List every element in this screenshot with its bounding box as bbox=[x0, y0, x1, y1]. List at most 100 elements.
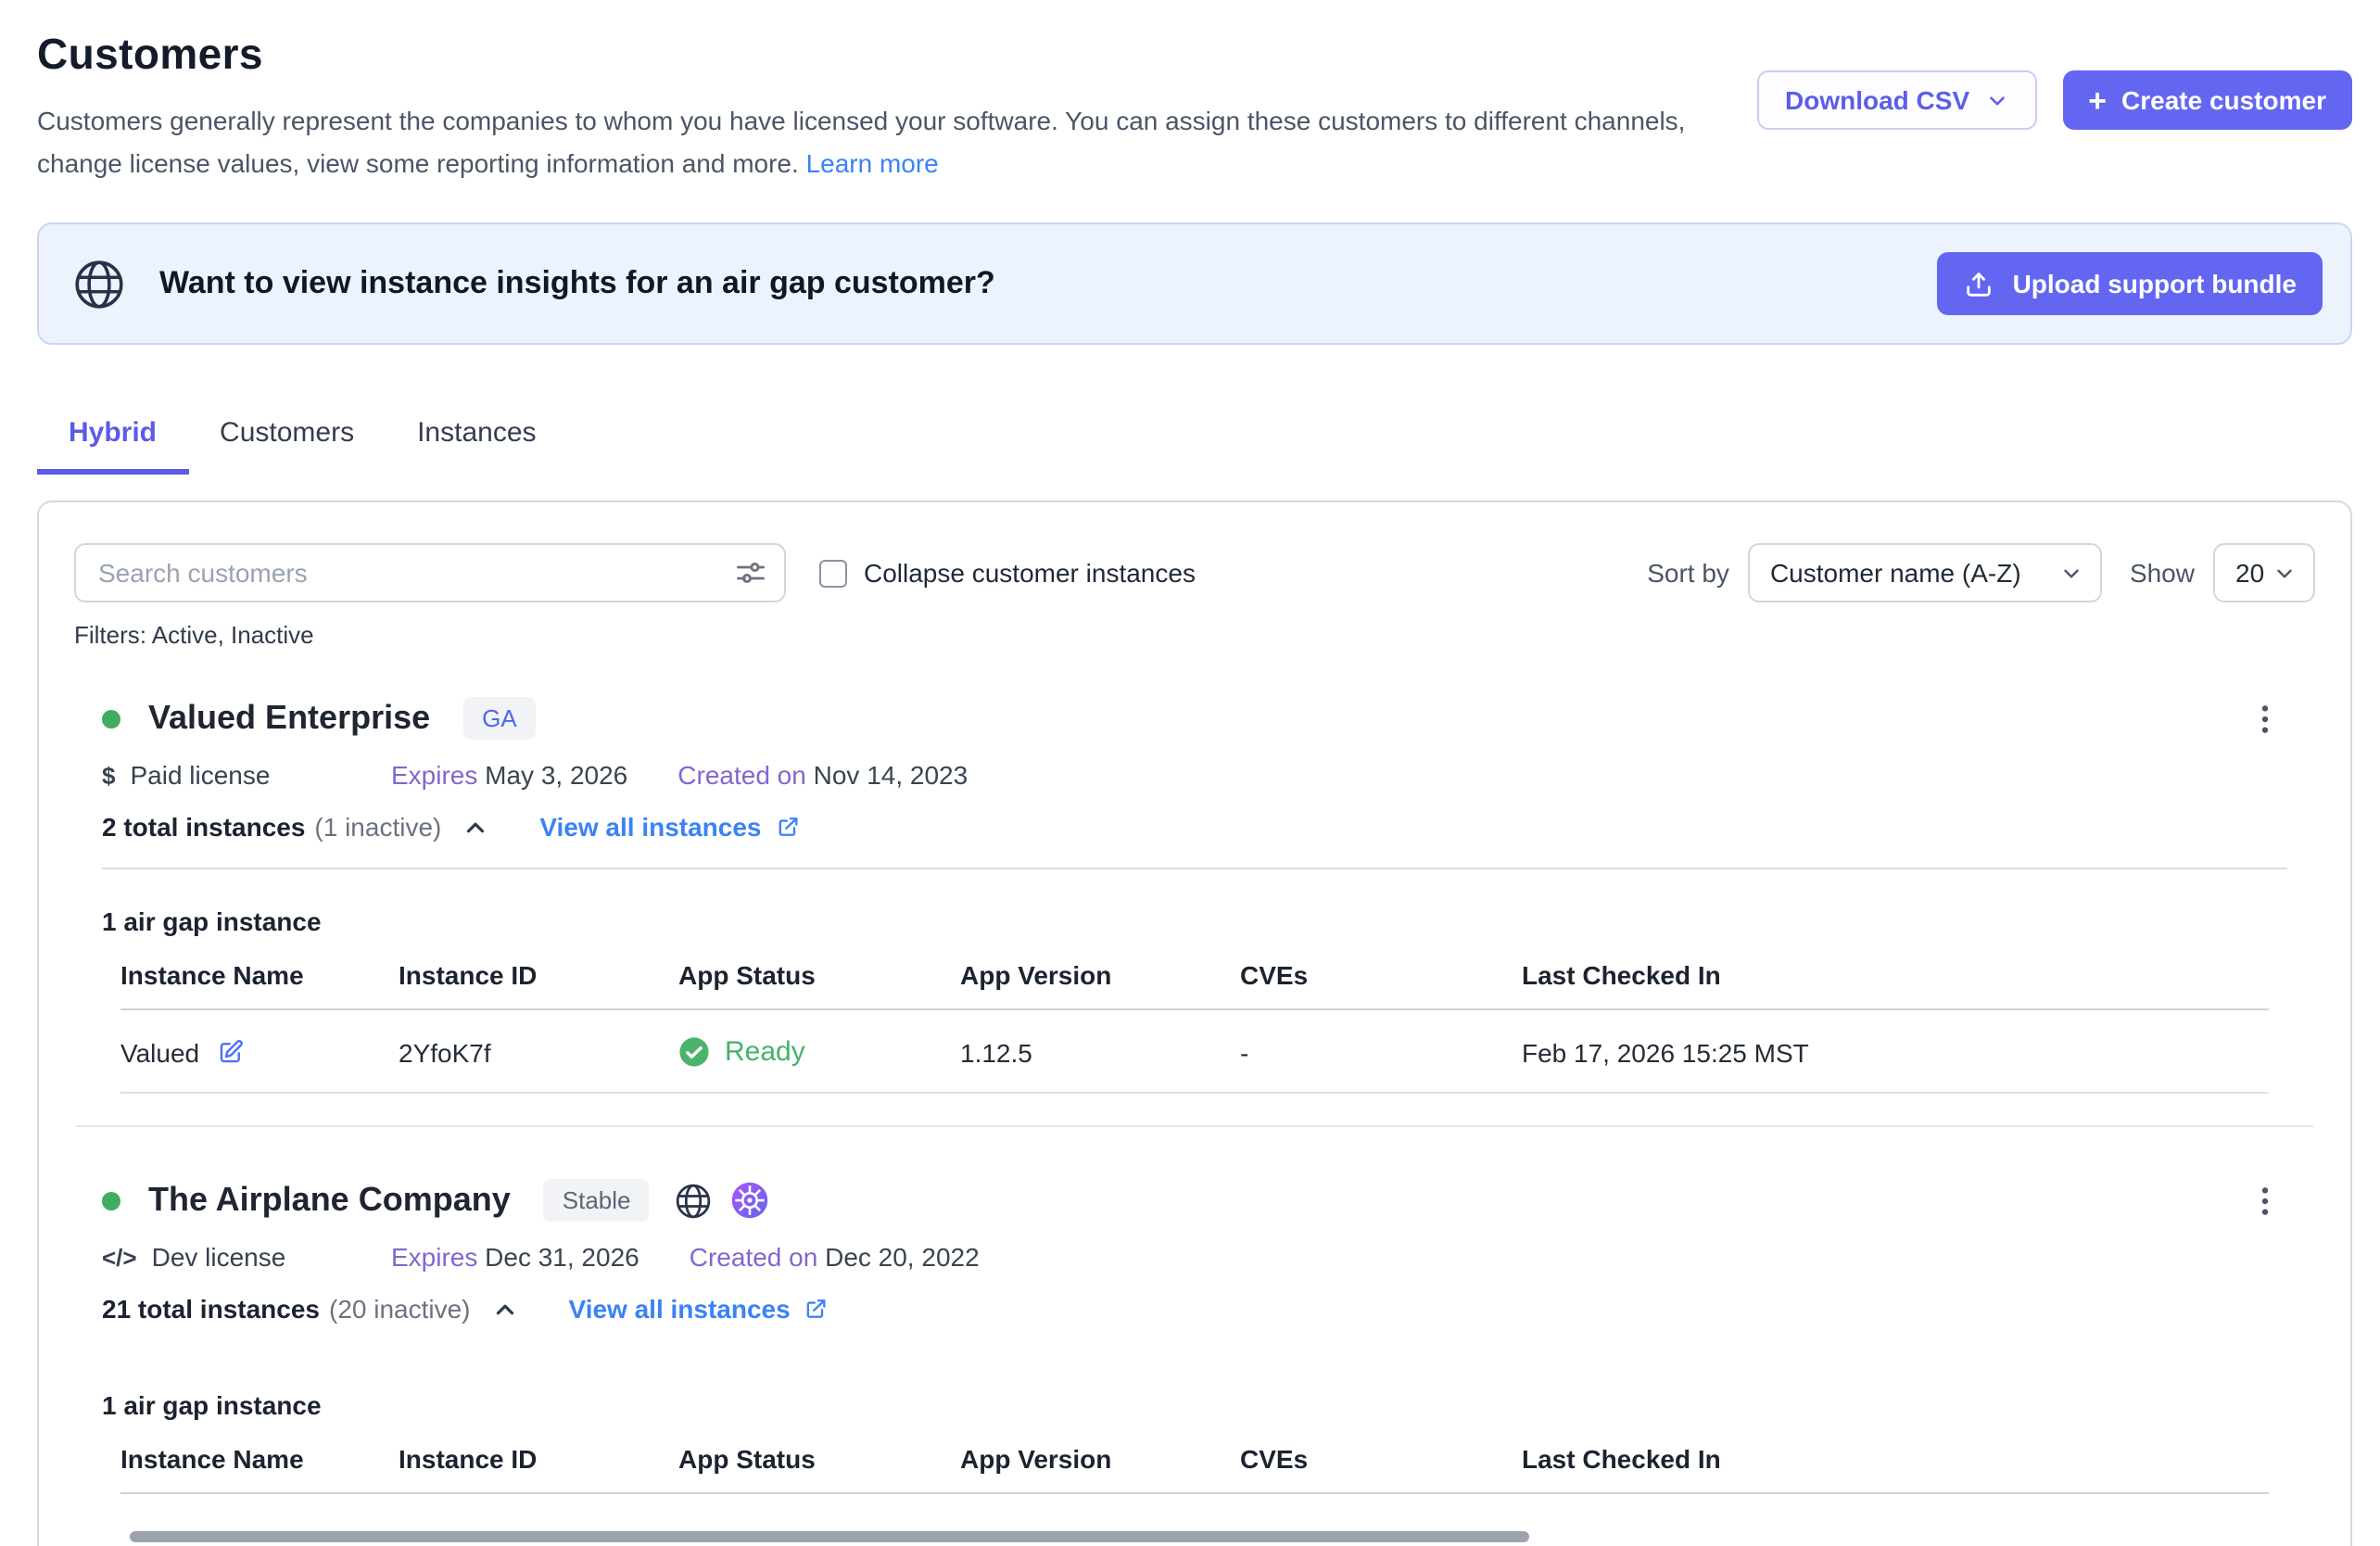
chevron-down-icon bbox=[2059, 561, 2083, 585]
page-header: Customers Customers generally represent … bbox=[0, 0, 2380, 185]
tab-hybrid[interactable]: Hybrid bbox=[37, 400, 188, 475]
airgap-heading: 1 air gap instance bbox=[102, 906, 2350, 936]
tab-customers[interactable]: Customers bbox=[188, 400, 386, 475]
tab-bar: Hybrid Customers Instances bbox=[37, 400, 2380, 475]
filter-sliders-icon[interactable] bbox=[734, 556, 767, 589]
chevron-up-icon[interactable] bbox=[462, 813, 489, 841]
license-type-label: Dev license bbox=[152, 1242, 286, 1272]
status-dot bbox=[102, 709, 120, 728]
col-instance-name: Instance Name bbox=[120, 960, 399, 1009]
last-checked-in-cell: Feb 17, 2026 15:25 MST bbox=[1522, 1009, 2269, 1093]
total-instances: 2 total instances bbox=[102, 812, 305, 842]
created-label: Created on bbox=[690, 1242, 818, 1272]
active-filters-text: Filters: Active, Inactive bbox=[74, 621, 2350, 649]
view-all-instances-link[interactable]: View all instances bbox=[539, 812, 800, 842]
channel-badge: Stable bbox=[544, 1179, 650, 1222]
created-item: Created on Nov 14, 2023 bbox=[677, 760, 968, 790]
view-all-instances-label: View all instances bbox=[539, 812, 761, 842]
airgap-insights-banner: Want to view instance insights for an ai… bbox=[37, 222, 2352, 345]
expires-label: Expires bbox=[391, 760, 477, 790]
customers-page: Customers Customers generally represent … bbox=[0, 0, 2380, 1546]
create-customer-label: Create customer bbox=[2121, 85, 2326, 115]
kebab-menu-button[interactable] bbox=[2247, 1182, 2284, 1219]
channel-badge: GA bbox=[463, 697, 536, 740]
instance-id-cell: 2YfoK7f bbox=[399, 1009, 678, 1093]
plus-icon: + bbox=[2088, 84, 2107, 116]
cves-cell: - bbox=[1240, 1009, 1522, 1093]
col-cves: CVEs bbox=[1240, 960, 1522, 1009]
customers-card: Collapse customer instances Sort by Cust… bbox=[37, 501, 2352, 1546]
divider bbox=[102, 868, 2287, 869]
upload-support-bundle-label: Upload support bundle bbox=[2013, 269, 2297, 298]
toolbar: Collapse customer instances Sort by Cust… bbox=[74, 543, 2315, 602]
dollar-icon: $ bbox=[102, 761, 115, 789]
view-all-instances-label: View all instances bbox=[569, 1294, 791, 1324]
created-label: Created on bbox=[677, 760, 806, 790]
page-description: Customers generally represent the compan… bbox=[37, 100, 1715, 185]
col-last-checked-in: Last Checked In bbox=[1522, 960, 2269, 1009]
created-value: Nov 14, 2023 bbox=[814, 760, 968, 790]
collapse-instances-group: Collapse customer instances bbox=[819, 558, 1196, 588]
license-type: $ Paid license bbox=[102, 760, 391, 790]
chevron-down-icon bbox=[2272, 561, 2297, 585]
show-count-select[interactable]: 20 bbox=[2213, 543, 2315, 602]
kebab-menu-button[interactable] bbox=[2247, 700, 2284, 737]
expires-item: Expires Dec 31, 2026 bbox=[391, 1242, 639, 1272]
upload-icon bbox=[1963, 268, 1994, 299]
edit-icon[interactable] bbox=[216, 1038, 244, 1066]
col-app-version: App Version bbox=[960, 1444, 1240, 1493]
customer-divider bbox=[76, 1125, 2313, 1127]
instance-name: Valued bbox=[120, 1037, 199, 1067]
horizontal-scrollbar-thumb[interactable] bbox=[130, 1531, 1529, 1542]
sort-select[interactable]: Customer name (A-Z) bbox=[1748, 543, 2102, 602]
page-title: Customers bbox=[37, 30, 1715, 80]
globe-icon bbox=[70, 255, 128, 312]
instances-table: Instance Name Instance ID App Status App… bbox=[120, 960, 2269, 1094]
search-box bbox=[74, 543, 786, 602]
inactive-count: (1 inactive) bbox=[314, 812, 441, 842]
expires-value: May 3, 2026 bbox=[485, 760, 627, 790]
collapse-instances-checkbox[interactable] bbox=[819, 559, 847, 587]
external-link-icon bbox=[775, 814, 801, 840]
chevron-down-icon bbox=[1984, 88, 2008, 112]
col-app-status: App Status bbox=[678, 1444, 960, 1493]
download-csv-label: Download CSV bbox=[1785, 85, 1969, 115]
app-status-label: Ready bbox=[725, 1036, 805, 1068]
instances-table: Instance Name Instance ID App Status App… bbox=[120, 1444, 2269, 1494]
airgap-heading: 1 air gap instance bbox=[102, 1390, 2350, 1420]
chevron-up-icon[interactable] bbox=[491, 1295, 519, 1323]
upload-support-bundle-button[interactable]: Upload support bundle bbox=[1937, 252, 2323, 315]
customer-section: Valued Enterprise GA $ Paid license Expi… bbox=[39, 697, 2350, 1094]
customer-name: The Airplane Company bbox=[148, 1181, 511, 1220]
col-cves: CVEs bbox=[1240, 1444, 1522, 1493]
install-type-icons bbox=[674, 1180, 770, 1221]
external-link-icon bbox=[804, 1296, 829, 1322]
tab-instances[interactable]: Instances bbox=[386, 400, 567, 475]
search-input[interactable] bbox=[74, 543, 786, 602]
col-app-status: App Status bbox=[678, 960, 960, 1009]
create-customer-button[interactable]: + Create customer bbox=[2062, 70, 2352, 130]
banner-title: Want to view instance insights for an ai… bbox=[159, 265, 1937, 302]
created-value: Dec 20, 2022 bbox=[825, 1242, 980, 1272]
show-label: Show bbox=[2130, 558, 2195, 588]
learn-more-link[interactable]: Learn more bbox=[806, 148, 939, 178]
app-version-cell: 1.12.5 bbox=[960, 1009, 1240, 1093]
created-item: Created on Dec 20, 2022 bbox=[690, 1242, 980, 1272]
col-instance-name: Instance Name bbox=[120, 1444, 399, 1493]
col-last-checked-in: Last Checked In bbox=[1522, 1444, 2269, 1493]
total-instances: 21 total instances bbox=[102, 1294, 320, 1324]
table-row: Valued 2YfoK7f Ready 1.12.5 - bbox=[120, 1009, 2269, 1093]
app-status-cell: Ready bbox=[678, 1009, 960, 1093]
expires-value: Dec 31, 2026 bbox=[485, 1242, 639, 1272]
table-header-row: Instance Name Instance ID App Status App… bbox=[120, 1444, 2269, 1493]
globe-icon bbox=[674, 1180, 715, 1221]
expires-item: Expires May 3, 2026 bbox=[391, 760, 627, 790]
code-icon: </> bbox=[102, 1243, 137, 1271]
inactive-count: (20 inactive) bbox=[329, 1294, 471, 1324]
download-csv-button[interactable]: Download CSV bbox=[1757, 70, 2036, 130]
check-circle-icon bbox=[678, 1036, 710, 1068]
view-all-instances-link[interactable]: View all instances bbox=[569, 1294, 829, 1324]
col-app-version: App Version bbox=[960, 960, 1240, 1009]
show-count-value: 20 bbox=[2235, 558, 2264, 588]
col-instance-id: Instance ID bbox=[399, 960, 678, 1009]
